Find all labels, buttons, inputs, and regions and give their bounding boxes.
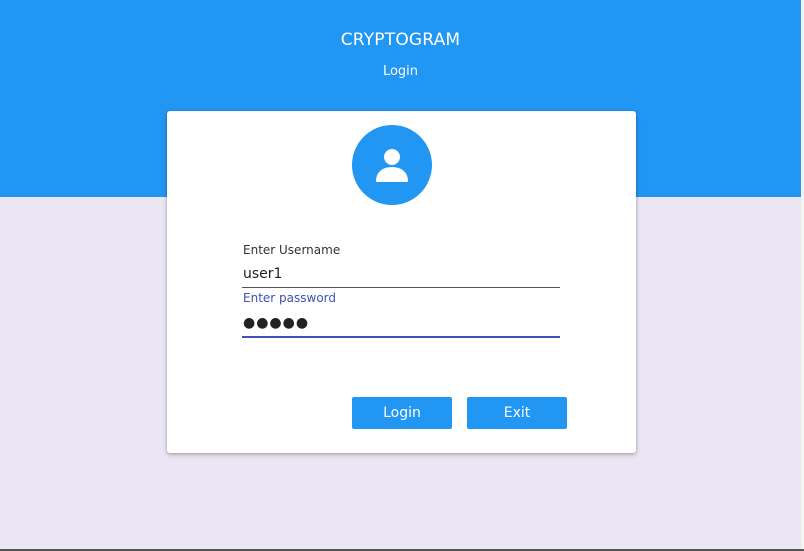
password-input[interactable]: [242, 310, 560, 338]
exit-button[interactable]: Exit: [467, 397, 567, 429]
login-button[interactable]: Login: [352, 397, 452, 429]
login-card: Enter Username Enter password Login Exit: [167, 111, 636, 453]
avatar: [352, 125, 432, 205]
username-input[interactable]: [242, 261, 560, 288]
login-window: CRYPTOGRAM Login Enter Username Enter pa…: [0, 0, 804, 551]
app-title: CRYPTOGRAM: [340, 30, 461, 50]
username-label: Enter Username: [243, 243, 341, 257]
user-icon: [376, 149, 408, 182]
page-subtitle: Login: [382, 64, 419, 79]
password-label: Enter password: [243, 291, 336, 305]
